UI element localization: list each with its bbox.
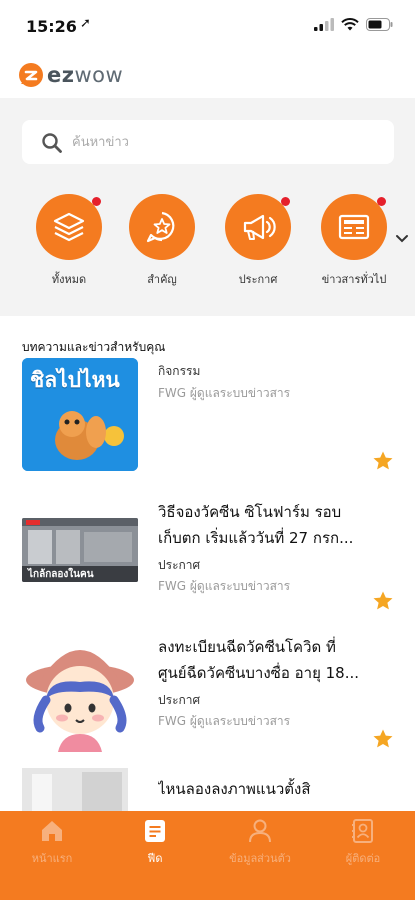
search-input[interactable]: [72, 130, 372, 154]
logo-text: ezwow: [47, 63, 124, 87]
category-circle: [129, 194, 195, 260]
wifi-icon: [341, 18, 359, 31]
item-title: ลงทะเบียนฉีดวัคซีนโควิด ที่ ศูนย์ฉีดวัคซ…: [158, 634, 394, 686]
nav-contacts[interactable]: ผู้ติดต่อ: [313, 811, 413, 900]
nav-label: ฟีด: [147, 852, 163, 865]
category-important[interactable]: สำคัญ: [112, 194, 212, 288]
category-label: ประกาศ: [238, 273, 278, 286]
category-circle: [36, 194, 102, 260]
nav-label: ผู้ติดต่อ: [345, 852, 381, 865]
notification-dot: [281, 197, 290, 206]
app-logo: ezwow: [18, 62, 123, 88]
top-area: ทั้งหมด สำคัญ ประกาศ: [0, 98, 415, 316]
thumbnail: [22, 630, 138, 752]
list-item[interactable]: ลงทะเบียนฉีดวัคซีนโควิด ที่ ศูนย์ฉีดวัคซ…: [0, 630, 415, 755]
notification-dot: [377, 197, 386, 206]
nav-label: ข้อมูลส่วนตัว: [229, 852, 291, 865]
location-arrow-icon: ➚: [80, 16, 91, 31]
category-announcement[interactable]: ประกาศ: [208, 194, 308, 288]
category-circle: [225, 194, 291, 260]
item-title: ไหนลองลงภาพแนวตั้งสิ: [158, 780, 311, 798]
item-category: ประกาศ: [158, 693, 201, 707]
nav-home[interactable]: หน้าแรก: [2, 811, 102, 900]
category-circle: [321, 194, 387, 260]
star-bubble-icon: [146, 211, 175, 243]
category-general-news[interactable]: ข่าวสารทั่วไป: [304, 194, 404, 288]
ezwow-logo-icon: [19, 63, 43, 87]
item-author: FWG ผู้ดูแลระบบข่าวสาร: [158, 386, 291, 400]
item-title-line: วิธีจองวัคซีน ซิโนฟาร์ม รอบ: [158, 503, 342, 521]
home-icon: [42, 821, 62, 841]
status-time: 15:26: [26, 17, 77, 36]
illustration-girl: [22, 630, 138, 752]
category-all[interactable]: ทั้งหมด: [19, 194, 119, 288]
category-label: ข่าวสารทั่วไป: [321, 273, 387, 286]
search-icon: [42, 133, 62, 153]
bottom-navigation: หน้าแรก ฟีด ข้อมูลส่วนตัว ผู้ติดต่อ: [0, 811, 415, 900]
layers-icon: [53, 212, 85, 242]
thumbnail: ไกล้กลองในคน: [22, 518, 138, 582]
item-title-line: เก็บตก เริ่มแล้ววันที่ 27 กรก...: [158, 529, 354, 547]
list-item[interactable]: ชิลไปไหน กิจกรรม FWG ผู้ดูแลระบบข่าวสาร: [0, 355, 415, 475]
thumbnail: [22, 768, 128, 811]
newspaper-icon: [338, 214, 370, 240]
thumbnail-text: ชิลไปไหน: [30, 368, 120, 392]
contacts-icon: [352, 819, 373, 843]
category-row: ทั้งหมด สำคัญ ประกาศ ข่าวสารทั่วไป: [0, 194, 415, 304]
item-title: วิธีจองวัคซีน ซิโนฟาร์ม รอบ เก็บตก เริ่ม…: [158, 499, 394, 551]
item-title-line: ลงทะเบียนฉีดวัคซีนโควิด ที่: [158, 638, 336, 656]
app-header: ezwow: [0, 50, 415, 98]
star-icon[interactable]: [372, 450, 394, 472]
nav-label: หน้าแรก: [31, 852, 73, 865]
profile-icon: [249, 819, 271, 843]
thumbnail: ชิลไปไหน: [22, 358, 138, 471]
item-category: ประกาศ: [158, 558, 201, 572]
chevron-down-icon[interactable]: [395, 234, 409, 244]
status-bar: 15:26 ➚: [0, 0, 415, 50]
item-author: FWG ผู้ดูแลระบบข่าวสาร: [158, 579, 291, 593]
item-title-line: ศูนย์ฉีดวัคซีนบางซื่อ อายุ 18...: [158, 664, 360, 682]
thumbnail-text: ไกล้กลองในคน: [28, 569, 94, 580]
search-box[interactable]: [22, 120, 394, 164]
thumbnail-graphic: [22, 768, 128, 811]
star-icon[interactable]: [372, 590, 394, 612]
item-author: FWG ผู้ดูแลระบบข่าวสาร: [158, 714, 291, 728]
megaphone-icon: [243, 214, 276, 240]
feed-icon: [145, 820, 165, 842]
battery-icon: [366, 18, 393, 31]
list-item[interactable]: ไหนลองลงภาพแนวตั้งสิ: [0, 768, 415, 811]
status-indicators: [314, 18, 393, 31]
category-label: สำคัญ: [147, 273, 177, 286]
notification-dot: [92, 197, 101, 206]
item-category: กิจกรรม: [158, 364, 201, 378]
star-icon[interactable]: [372, 728, 394, 750]
category-label: ทั้งหมด: [51, 273, 87, 286]
nav-profile[interactable]: ข้อมูลส่วนตัว: [210, 811, 310, 900]
nav-feed[interactable]: ฟีด: [105, 811, 205, 900]
signal-icon: [314, 18, 334, 31]
list-item[interactable]: ไกล้กลองในคน วิธีจองวัคซีน ซิโนฟาร์ม รอบ…: [0, 495, 415, 620]
